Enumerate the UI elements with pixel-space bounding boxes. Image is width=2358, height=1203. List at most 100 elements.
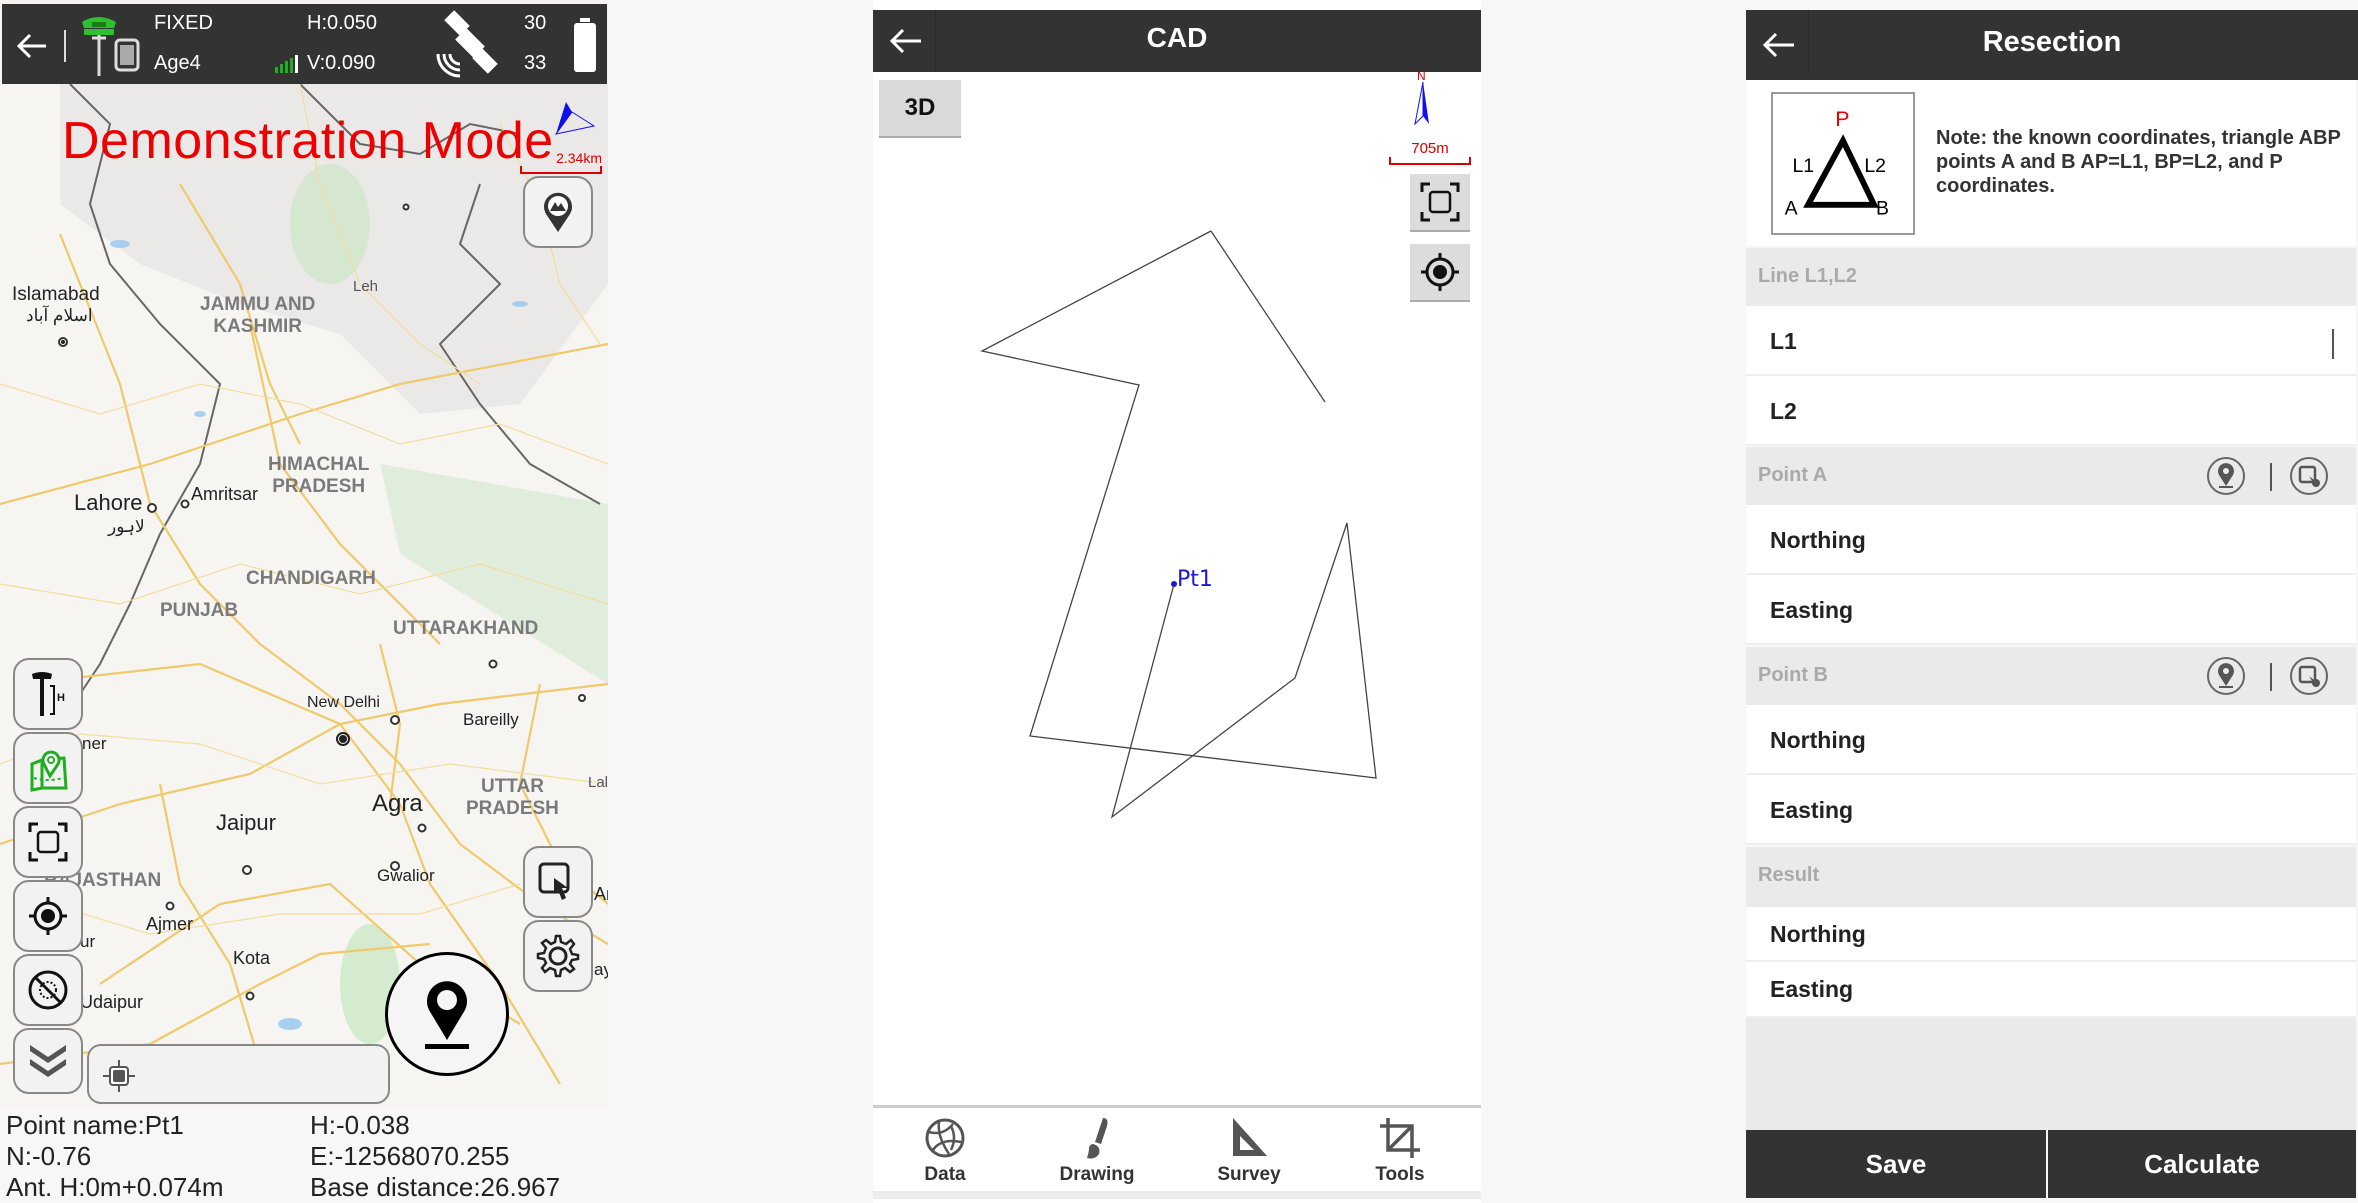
point-a-easting-input[interactable] xyxy=(1886,585,2336,633)
page-title: Resection xyxy=(1982,26,2122,58)
cad-screen: CAD Pt1 3D N 705m Data Drawing Survey To… xyxy=(873,0,1481,1203)
field-point-b-northing[interactable]: Northing xyxy=(1746,705,2356,775)
calculate-button[interactable]: Calculate xyxy=(2048,1130,2356,1198)
3d-view-button[interactable]: 3D xyxy=(879,80,961,138)
no-display-icon xyxy=(28,970,68,1010)
resection-screen: Resection P L1 L2 A B Note: the known co… xyxy=(1746,0,2358,1203)
point-b-easting-input[interactable] xyxy=(1886,785,2336,833)
map-label-uttarakhand: UTTARAKHAND xyxy=(393,618,539,639)
locate-crosshair-icon xyxy=(29,897,67,935)
map-label-jammu-kashmir: JAMMU AND KASHMIR xyxy=(200,294,316,337)
collapse-toolbar-button[interactable] xyxy=(13,1028,83,1094)
field-l1-label: L1 xyxy=(1770,328,1797,354)
cad-drawing-canvas[interactable]: Pt1 xyxy=(873,72,1481,1102)
select-tap-button[interactable] xyxy=(523,846,593,918)
field-point-a-easting[interactable]: Easting xyxy=(1746,575,2356,645)
diagram-label-l1: L1 xyxy=(1792,155,1814,177)
field-label: Easting xyxy=(1770,597,1854,623)
horizontal-precision: H:0.050 xyxy=(307,12,378,34)
globe-network-icon xyxy=(925,1118,965,1158)
back-arrow-icon[interactable] xyxy=(12,26,52,66)
settings-button[interactable] xyxy=(523,920,593,992)
l1-input[interactable] xyxy=(1886,316,2336,364)
resection-note: P L1 L2 A B Note: the known coordinates,… xyxy=(1746,80,2356,246)
set-square-icon xyxy=(1233,1118,1267,1156)
divider xyxy=(2270,663,2272,691)
cad-title-bar: CAD xyxy=(873,10,1481,72)
note-text: Note: the known coordinates, triangle AB… xyxy=(1936,127,2341,197)
map-label-ay-partial: ay xyxy=(594,960,608,979)
cad-line-segment[interactable] xyxy=(1210,230,1326,403)
svg-text:H: H xyxy=(57,692,65,704)
point-info-panel: Point name:Pt1 H:-0.038 N:-0.76 E:-12568… xyxy=(0,1108,608,1203)
point-b-northing-input[interactable] xyxy=(1886,715,2336,763)
point-a-northing-input[interactable] xyxy=(1886,515,2336,563)
coordinate-display-bar[interactable] xyxy=(87,1044,390,1104)
point-b-pick-from-map-icon[interactable] xyxy=(2206,656,2246,696)
map-label-ajmer: Ajmer xyxy=(146,914,194,934)
field-l2-label: L2 xyxy=(1770,398,1797,424)
section-label: Result xyxy=(1758,864,1820,886)
cad-locate-button[interactable] xyxy=(1410,244,1470,302)
divider xyxy=(2270,463,2272,491)
map-label-lahore: Lahore xyxy=(74,490,143,515)
map-survey-button[interactable] xyxy=(13,732,83,804)
hide-points-button[interactable] xyxy=(13,954,83,1026)
target-point-icon xyxy=(103,1060,135,1092)
map-view[interactable]: Demonstration Mode 2.34km Islamabad اسلا… xyxy=(0,84,608,1108)
triangle-diagram: P L1 L2 A B xyxy=(1771,92,1915,235)
resection-title-bar: Resection xyxy=(1746,10,2358,80)
nav-data[interactable]: Data xyxy=(885,1112,1005,1190)
locate-button[interactable] xyxy=(13,880,83,952)
hand-pointer-icon xyxy=(538,862,570,900)
double-chevron-down-icon xyxy=(30,1045,66,1077)
gnss-status-bar: FIXED Age4 H:0.050 V:0.090 30 33 xyxy=(2,4,607,84)
collect-point-button[interactable] xyxy=(385,952,509,1076)
map-label-udaipur: Udaipur xyxy=(80,992,144,1012)
field-point-a-northing[interactable]: Northing xyxy=(1746,505,2356,575)
survey-map-screen: FIXED Age4 H:0.050 V:0.090 30 33 Demonst… xyxy=(0,0,608,1203)
point-b-pick-from-list-icon[interactable] xyxy=(2289,656,2329,696)
section-point-a: Point A xyxy=(1746,447,2356,505)
map-basemap xyxy=(0,84,608,1108)
nav-drawing[interactable]: Drawing xyxy=(1037,1112,1157,1190)
map-label-himachal-pradesh: HIMACHAL PRADESH xyxy=(268,454,370,497)
point-a-pick-from-list-icon[interactable] xyxy=(2289,456,2329,496)
map-layer-button[interactable] xyxy=(523,176,593,248)
antenna-pole-icon: H xyxy=(32,672,65,716)
nav-survey[interactable]: Survey xyxy=(1189,1112,1309,1190)
field-label: Easting xyxy=(1770,797,1854,823)
save-button[interactable]: Save xyxy=(1746,1130,2046,1198)
map-label-amritsar: Amritsar xyxy=(191,484,258,504)
cad-polyline[interactable] xyxy=(980,230,1377,819)
map-pin-icon xyxy=(425,981,469,1049)
locate-crosshair-icon xyxy=(1421,253,1459,291)
antenna-height-button[interactable]: H xyxy=(13,658,83,730)
map-label-islamabad-urdu: اسلام آباد xyxy=(26,306,93,325)
crop-icon xyxy=(1380,1118,1420,1158)
antenna-height-value: Ant. H:0m+0.074m xyxy=(6,1172,224,1202)
satellite-icon[interactable] xyxy=(432,10,508,82)
map-label-jaipur: Jaipur xyxy=(216,810,276,835)
northing-value: N:-0.76 xyxy=(6,1141,92,1171)
satellites-visible: 33 xyxy=(524,52,547,74)
signal-strength-icon xyxy=(275,55,298,73)
gnss-receiver-icon[interactable] xyxy=(78,12,142,80)
result-northing: Northing xyxy=(1746,907,2356,962)
diagram-label-a: A xyxy=(1785,198,1798,220)
map-layer-pin-icon xyxy=(544,192,572,232)
point-name: Point name:Pt1 xyxy=(6,1110,184,1140)
map-label-bikaner-partial: ner xyxy=(82,734,107,753)
field-l1[interactable]: L1 xyxy=(1746,306,2356,376)
point-a-pick-from-map-icon[interactable] xyxy=(2206,456,2246,496)
field-l2[interactable]: L2 xyxy=(1746,376,2356,446)
l2-input[interactable] xyxy=(1886,386,2336,434)
cad-scale-label: 705m xyxy=(1411,140,1449,157)
result-easting-value xyxy=(1886,972,2336,1006)
map-label-kota: Kota xyxy=(233,948,271,968)
cad-zoom-extent-button[interactable] xyxy=(1410,174,1470,232)
zoom-extent-button[interactable] xyxy=(13,806,83,878)
nav-tools[interactable]: Tools xyxy=(1340,1112,1460,1190)
field-point-b-easting[interactable]: Easting xyxy=(1746,775,2356,845)
north-arrow-icon: N xyxy=(1414,70,1429,126)
